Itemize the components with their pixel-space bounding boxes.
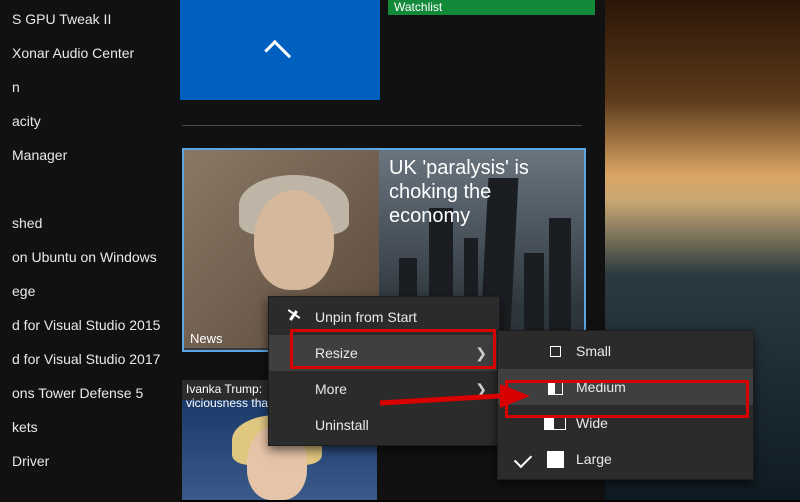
app-list-item[interactable]: on Ubuntu on Windows (0, 240, 180, 274)
app-list-item[interactable]: Xonar Audio Center (0, 36, 180, 70)
unpin-icon (283, 310, 305, 324)
menu-label: Medium (576, 379, 626, 395)
tile-watchlist[interactable]: Watchlist (388, 0, 595, 15)
menu-label: More (315, 381, 347, 397)
menu-label: Uninstall (315, 417, 369, 433)
app-list-item[interactable]: n (0, 70, 180, 104)
app-list-item[interactable]: shed (0, 206, 180, 240)
check-icon (512, 454, 534, 464)
app-list-item[interactable]: Driver (0, 444, 180, 478)
app-list-item[interactable]: ons Tower Defense 5 (0, 376, 180, 410)
chevron-up-icon (264, 39, 291, 66)
all-apps-list: S GPU Tweak II Xonar Audio Center n acit… (0, 0, 180, 502)
menu-resize[interactable]: Resize ❯ (269, 335, 499, 371)
menu-label: Wide (576, 415, 608, 431)
app-list-item[interactable]: Manager (0, 138, 180, 172)
app-list-item[interactable]: d for Visual Studio 2017 (0, 342, 180, 376)
menu-more[interactable]: More ❯ (269, 371, 499, 407)
menu-label: Resize (315, 345, 358, 361)
resize-small[interactable]: Small (498, 333, 753, 369)
tile-context-menu: Unpin from Start Resize ❯ More ❯ Uninsta… (268, 296, 500, 446)
resize-wide[interactable]: Wide (498, 405, 753, 441)
news-headline: UK 'paralysis' is choking the economy (389, 156, 569, 228)
news-tile-label: News (190, 331, 223, 346)
app-list-item[interactable]: S GPU Tweak II (0, 2, 180, 36)
menu-label: Small (576, 343, 611, 359)
app-list-item[interactable]: ege (0, 274, 180, 308)
size-medium-icon (544, 380, 566, 395)
app-list-item[interactable]: acity (0, 104, 180, 138)
size-small-icon (544, 346, 566, 357)
size-wide-icon (544, 417, 566, 430)
menu-uninstall[interactable]: Uninstall (269, 407, 499, 443)
chevron-right-icon: ❯ (475, 345, 487, 362)
chevron-right-icon: ❯ (475, 381, 487, 398)
app-list-item[interactable]: d for Visual Studio 2015 (0, 308, 180, 342)
menu-label: Large (576, 451, 612, 467)
size-large-icon (544, 451, 566, 468)
tile-mail[interactable] (180, 0, 380, 100)
app-list-item[interactable]: kets (0, 410, 180, 444)
resize-large[interactable]: Large (498, 441, 753, 477)
resize-submenu: Small Medium Wide Large (497, 330, 754, 480)
resize-medium[interactable]: Medium (498, 369, 753, 405)
app-list-item (0, 172, 180, 206)
menu-label: Unpin from Start (315, 309, 417, 325)
menu-unpin[interactable]: Unpin from Start (269, 299, 499, 335)
group-divider (182, 125, 582, 126)
